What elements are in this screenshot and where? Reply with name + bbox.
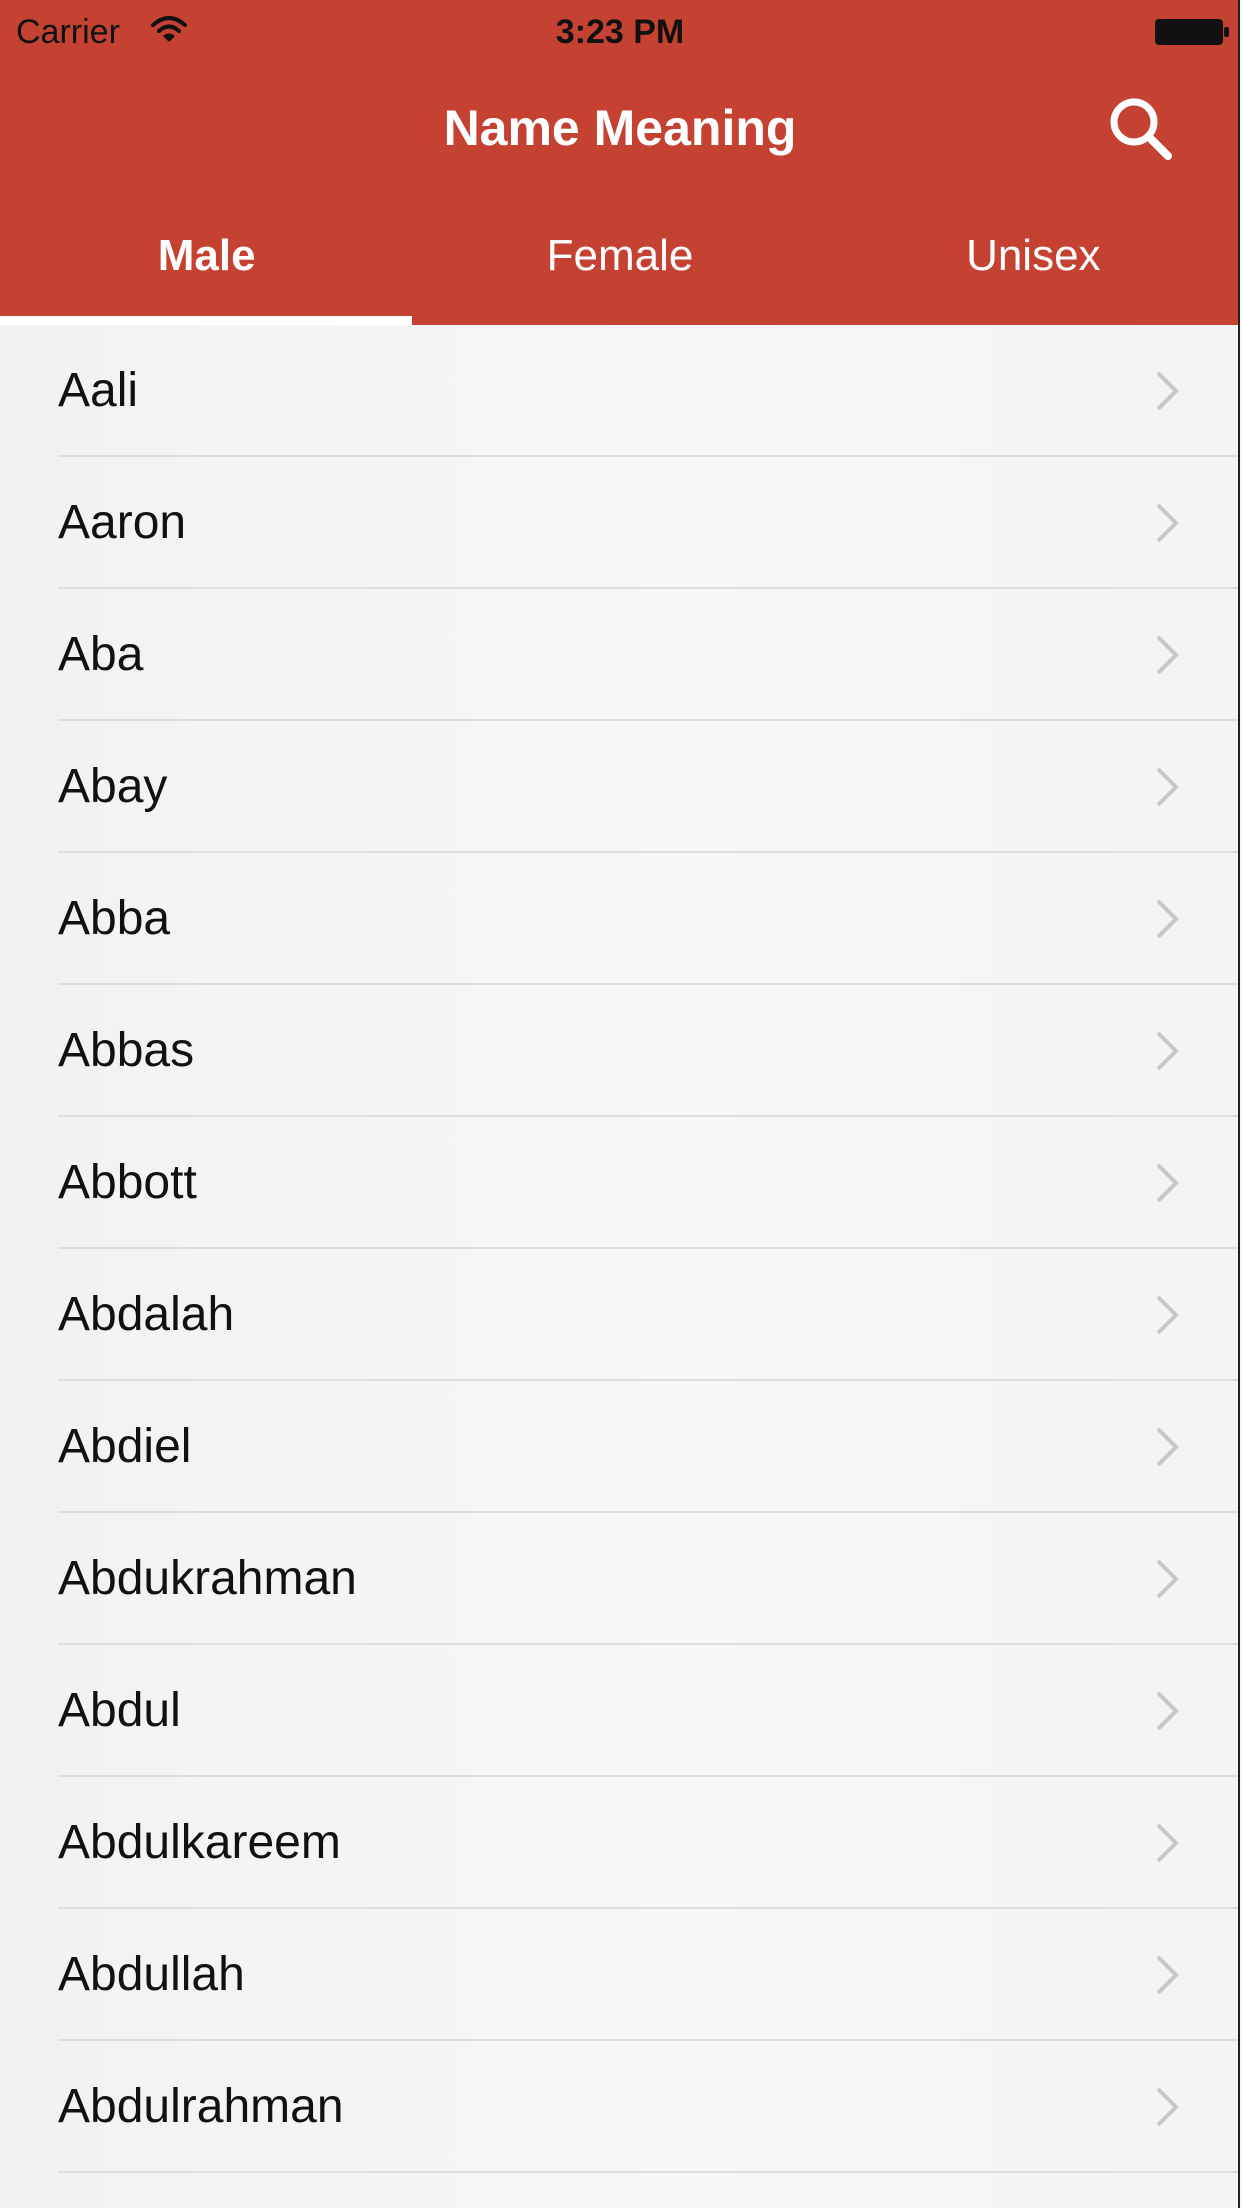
tab-female[interactable]: Female xyxy=(413,226,826,325)
chevron-right-icon xyxy=(1156,1691,1179,1731)
list-item[interactable]: Abbas xyxy=(0,985,1238,1117)
name-label: Abbas xyxy=(58,1024,195,1077)
tab-label: Unisex xyxy=(966,231,1101,280)
name-label: Abdiel xyxy=(58,1420,192,1473)
name-label: Abdulrahman xyxy=(58,2080,344,2133)
chevron-right-icon xyxy=(1156,1823,1179,1863)
list-item[interactable]: Abbott xyxy=(0,1117,1238,1249)
chevron-right-icon xyxy=(1156,899,1179,939)
app-screen: Carrier 3:23 PM Name Meaning Male Female… xyxy=(0,0,1240,2208)
list-item[interactable]: Aali xyxy=(0,325,1238,457)
chevron-right-icon xyxy=(1156,1955,1179,1995)
chevron-right-icon xyxy=(1156,1163,1179,1203)
chevron-right-icon xyxy=(1156,1427,1179,1467)
list-item[interactable]: Aaron xyxy=(0,457,1238,589)
list-item[interactable]: Abdiel xyxy=(0,1381,1238,1513)
chevron-right-icon xyxy=(1156,371,1179,411)
tab-male[interactable]: Male xyxy=(0,226,413,325)
name-label: Abdulkareem xyxy=(58,1816,341,1869)
list-item[interactable]: Abba xyxy=(0,853,1238,985)
row-divider xyxy=(58,2171,1238,2173)
list-item[interactable]: Abdullah xyxy=(0,1909,1238,2041)
chevron-right-icon xyxy=(1156,635,1179,675)
list-item[interactable]: Abdukrahman xyxy=(0,1513,1238,1645)
chevron-right-icon xyxy=(1156,503,1179,543)
status-bar: Carrier 3:23 PM xyxy=(0,0,1238,62)
chevron-right-icon xyxy=(1156,1559,1179,1599)
chevron-right-icon xyxy=(1156,767,1179,807)
status-time: 3:23 PM xyxy=(555,13,685,51)
search-icon xyxy=(1110,98,1172,160)
app-header: Carrier 3:23 PM Name Meaning Male Female… xyxy=(0,0,1238,325)
chevron-right-icon xyxy=(1156,1031,1179,1071)
page-title: Name Meaning xyxy=(443,100,797,156)
active-tab-indicator xyxy=(0,316,412,325)
names-list: Aali Aaron Aba Abay Abba Abbas Abbott Ab… xyxy=(0,325,1238,2173)
gender-tabs: Male Female Unisex xyxy=(0,226,1238,325)
list-item[interactable]: Abdalah xyxy=(0,1249,1238,1381)
tab-unisex[interactable]: Unisex xyxy=(827,226,1238,325)
battery-full-icon xyxy=(1155,19,1229,45)
list-item[interactable]: Abdul xyxy=(0,1645,1238,1777)
name-label: Aaron xyxy=(58,496,187,549)
name-label: Abbott xyxy=(58,1156,197,1209)
search-button[interactable] xyxy=(1100,88,1180,168)
name-label: Abdukrahman xyxy=(58,1552,357,1605)
list-item[interactable]: Aba xyxy=(0,589,1238,721)
chevron-right-icon xyxy=(1156,1295,1179,1335)
list-item[interactable]: Abay xyxy=(0,721,1238,853)
tab-label: Female xyxy=(546,231,694,280)
name-label: Aali xyxy=(58,364,139,417)
name-label: Abdul xyxy=(58,1684,181,1737)
list-item[interactable]: Abdulkareem xyxy=(0,1777,1238,1909)
name-label: Abdullah xyxy=(58,1948,245,2001)
name-label: Aba xyxy=(58,628,144,681)
name-label: Abay xyxy=(58,760,168,813)
name-label: Abba xyxy=(58,892,171,945)
chevron-right-icon xyxy=(1156,2087,1179,2127)
tab-label: Male xyxy=(157,231,256,280)
list-item[interactable]: Abdulrahman xyxy=(0,2041,1238,2173)
name-label: Abdalah xyxy=(58,1288,235,1341)
